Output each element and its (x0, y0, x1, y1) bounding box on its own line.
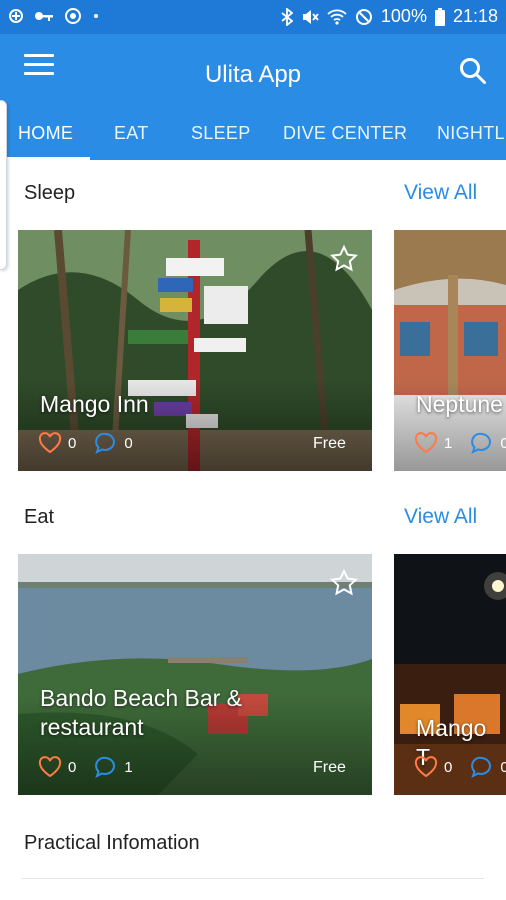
comment-count: 0 (124, 434, 133, 452)
like-count: 0 (444, 758, 453, 776)
app-title: Ulita App (204, 61, 302, 88)
favorite-star-icon[interactable] (330, 569, 358, 597)
comment-icon[interactable] (470, 756, 494, 778)
card-title: Mango Inn (40, 391, 149, 417)
tab-dive-center[interactable]: DIVE CENTER (283, 120, 407, 160)
divider (22, 878, 484, 879)
card-title: Bando Beach Bar & restaurant (40, 684, 242, 742)
price-label: Free (313, 435, 346, 452)
card-stats: 1 0 (414, 432, 506, 454)
section-title-sleep: Sleep (24, 182, 76, 204)
eat-card-mango-t[interactable]: Mango T 0 0 (394, 554, 506, 795)
do-not-disturb-icon (355, 8, 372, 25)
card-title-line-2: restaurant (40, 714, 144, 740)
like-count: 1 (444, 434, 453, 452)
search-icon[interactable] (458, 56, 488, 86)
bluetooth-icon (281, 7, 293, 26)
side-drawer-handle[interactable] (0, 100, 7, 270)
comment-count: 0 (500, 758, 506, 776)
favorite-star-icon[interactable] (330, 245, 358, 273)
tab-home[interactable]: HOME (18, 120, 73, 160)
eat-card-bando-beach[interactable]: Bando Beach Bar & restaurant 0 1 Free (18, 554, 372, 795)
comment-icon[interactable] (470, 432, 494, 454)
section-title-eat: Eat (24, 506, 55, 528)
clock: 21:18 (452, 6, 498, 26)
heart-icon[interactable] (414, 432, 438, 454)
like-count: 0 (68, 434, 77, 452)
card-stats: 0 0 (38, 432, 133, 454)
comment-icon[interactable] (94, 756, 118, 778)
tab-eat[interactable]: EAT (114, 120, 149, 160)
tab-bar: HOME EAT SLEEP DIVE CENTER NIGHTL (0, 120, 506, 160)
battery-percent: 100% (380, 6, 427, 26)
heart-icon[interactable] (414, 756, 438, 778)
comment-count: 1 (124, 758, 133, 776)
card-stats: 0 1 (38, 756, 133, 778)
price-label: Free (313, 759, 346, 776)
mute-icon (302, 9, 319, 24)
app-bar: Ulita App HOME EAT SLEEP DIVE CENTER NIG… (0, 34, 506, 160)
hamburger-icon (24, 54, 54, 57)
heart-icon[interactable] (38, 432, 62, 454)
card-title: Neptune (416, 391, 503, 417)
heart-icon[interactable] (38, 756, 62, 778)
card-title-line-1: Bando Beach Bar & (40, 685, 243, 711)
battery-icon (434, 7, 445, 26)
tab-sleep[interactable]: SLEEP (191, 120, 251, 160)
comment-count: 0 (500, 434, 506, 452)
sleep-view-all-link[interactable]: View All (404, 181, 477, 205)
active-tab-indicator (0, 157, 90, 160)
sleep-card-mango-inn[interactable]: Mango Inn 0 0 Free (18, 230, 372, 471)
like-count: 0 (68, 758, 77, 776)
sync-icon (65, 8, 81, 24)
status-bar: 100% 21:18 (0, 0, 506, 34)
card-stats: 0 0 (414, 756, 506, 778)
dot-icon (94, 14, 98, 18)
comment-icon[interactable] (94, 432, 118, 454)
tab-nightlife[interactable]: NIGHTL (437, 120, 505, 160)
section-title-practical-information[interactable]: Practical Infomation (24, 832, 200, 855)
key-icon (35, 12, 53, 21)
sleep-card-neptune[interactable]: Neptune 1 0 (394, 230, 506, 471)
data-saver-icon (9, 9, 23, 23)
eat-view-all-link[interactable]: View All (404, 505, 477, 529)
wifi-icon (327, 9, 347, 25)
